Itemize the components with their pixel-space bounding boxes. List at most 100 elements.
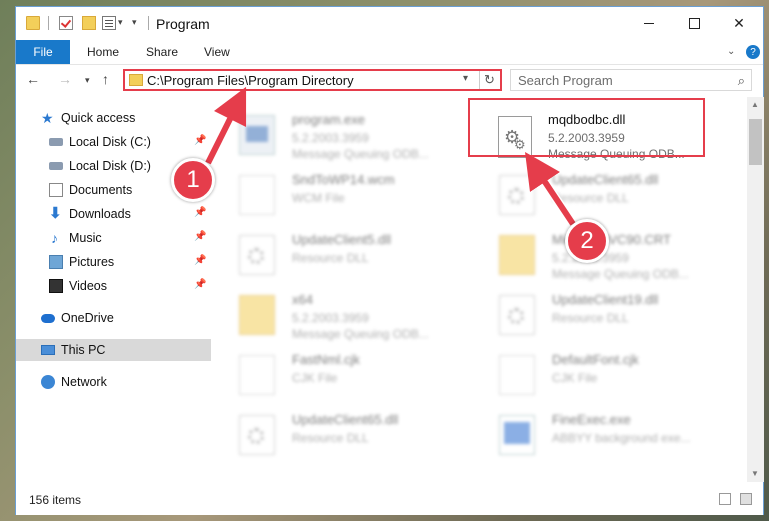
exe-file-icon bbox=[239, 115, 275, 155]
documents-icon bbox=[49, 183, 63, 197]
scroll-down-icon[interactable]: ▼ bbox=[751, 469, 759, 478]
sidebar-item-music[interactable]: ♪ Music 📌 bbox=[16, 227, 211, 249]
large-icons-view-icon[interactable] bbox=[740, 493, 752, 505]
file-name: SndToWP14.wcm bbox=[292, 172, 395, 187]
toolbar-separator bbox=[148, 16, 149, 30]
properties-check-icon[interactable] bbox=[59, 16, 73, 30]
address-bar[interactable]: C:\Program Files\Program Directory ▾ ↻ bbox=[123, 69, 502, 91]
search-icon[interactable]: ⌕ bbox=[738, 73, 745, 89]
file-name: UpdateClient65.dll bbox=[292, 412, 399, 427]
tab-file[interactable]: File bbox=[16, 40, 70, 64]
sidebar-item-label: Local Disk (C:) bbox=[69, 135, 151, 149]
file-item[interactable]: DefaultFont.cjk CJK File bbox=[493, 347, 733, 399]
folder-item[interactable]: x64 5.2.2003.3959 Message Queuing ODB... bbox=[233, 287, 473, 341]
folder-icon bbox=[129, 74, 143, 86]
videos-icon bbox=[49, 279, 63, 293]
callout-badge-1: 1 bbox=[171, 158, 215, 202]
disk-icon bbox=[49, 162, 63, 170]
sidebar-item-quick-access[interactable]: ★ Quick access bbox=[16, 107, 211, 129]
tab-home[interactable]: Home bbox=[87, 45, 119, 59]
network-icon bbox=[41, 375, 55, 389]
file-item[interactable]: SndToWP14.wcm WCM File bbox=[233, 167, 473, 219]
forward-arrow-icon[interactable]: → bbox=[58, 71, 72, 87]
sidebar-item-label: OneDrive bbox=[61, 311, 114, 325]
chevron-down-icon[interactable]: ▾ bbox=[463, 73, 468, 84]
sidebar-item-label: Music bbox=[69, 231, 102, 245]
address-path[interactable]: C:\Program Files\Program Directory bbox=[147, 73, 354, 88]
tab-view[interactable]: View bbox=[204, 45, 230, 59]
file-type: Resource DLL bbox=[552, 311, 629, 325]
folder-icon bbox=[26, 16, 40, 30]
file-version: 5.2.2003.3959 bbox=[292, 311, 369, 325]
help-icon[interactable]: ? bbox=[746, 45, 760, 59]
sidebar-item-label: Quick access bbox=[61, 111, 136, 125]
new-folder-icon[interactable] bbox=[82, 16, 96, 30]
music-icon: ♪ bbox=[51, 230, 58, 246]
refresh-icon[interactable]: ↻ bbox=[479, 71, 499, 89]
minimize-button[interactable] bbox=[626, 7, 672, 39]
exe-file-icon bbox=[499, 415, 535, 455]
pictures-icon bbox=[49, 255, 63, 269]
up-arrow-icon[interactable]: ↑ bbox=[102, 71, 109, 87]
file-item[interactable]: program.exe 5.2.2003.3959 Message Queuin… bbox=[233, 107, 473, 161]
file-item[interactable]: FastNml.cjk CJK File bbox=[233, 347, 473, 399]
sidebar-item-videos[interactable]: Videos 📌 bbox=[16, 275, 211, 297]
file-name: UpdateClient65.dll bbox=[552, 172, 659, 187]
file-name: UpdateClient19.dll bbox=[552, 292, 659, 307]
file-type: Resource DLL bbox=[552, 191, 629, 205]
file-name: DefaultFont.cjk bbox=[552, 352, 639, 367]
scroll-thumb[interactable] bbox=[749, 119, 762, 165]
scroll-up-icon[interactable]: ▲ bbox=[751, 100, 759, 109]
sidebar-item-local-disk-c[interactable]: Local Disk (C:) 📌 bbox=[16, 131, 211, 153]
file-description: Message Queuing ODB... bbox=[552, 267, 689, 281]
expand-ribbon-icon[interactable]: ⌄ bbox=[727, 46, 735, 57]
dll-file-icon bbox=[499, 295, 535, 335]
file-item[interactable]: FineExec.exe ABBYY background exe... bbox=[493, 407, 733, 459]
sidebar-item-label: Network bbox=[61, 375, 107, 389]
file-type: Resource DLL bbox=[292, 431, 369, 445]
sidebar-item-label: Videos bbox=[69, 279, 107, 293]
file-type: Resource DLL bbox=[292, 251, 369, 265]
maximize-icon bbox=[688, 17, 700, 29]
window-title: Program bbox=[156, 16, 210, 32]
file-name: program.exe bbox=[292, 112, 365, 127]
callout-badge-2: 2 bbox=[565, 219, 609, 263]
sidebar-item-pictures[interactable]: Pictures 📌 bbox=[16, 251, 211, 273]
close-icon: ✕ bbox=[733, 14, 745, 31]
file-item[interactable]: UpdateClient65.dll Resource DLL bbox=[493, 167, 733, 219]
maximize-button[interactable] bbox=[671, 7, 717, 39]
title-bar: ▾ ▾ Program ✕ bbox=[16, 7, 763, 40]
sidebar-item-this-pc[interactable]: This PC bbox=[16, 339, 211, 361]
sidebar-item-label: Local Disk (D:) bbox=[69, 159, 151, 173]
file-item[interactable]: UpdateClient19.dll Resource DLL bbox=[493, 287, 733, 339]
vertical-scrollbar[interactable]: ▲ ▼ bbox=[747, 97, 764, 482]
chevron-down-icon[interactable]: ▾ bbox=[118, 17, 123, 28]
sidebar-item-onedrive[interactable]: OneDrive bbox=[16, 307, 211, 329]
folder-item[interactable]: Microsoft.VC90.CRT 5.2.2003.3959 Message… bbox=[493, 227, 733, 281]
file-description: ABBYY background exe... bbox=[552, 431, 691, 445]
file-item[interactable]: UpdateClient5.dll Resource DLL bbox=[233, 227, 473, 279]
explorer-window: ▾ ▾ Program ✕ File Home Share View ⌄ ? ←… bbox=[15, 6, 764, 515]
file-name: x64 bbox=[292, 292, 313, 307]
dll-file-icon bbox=[239, 415, 275, 455]
back-arrow-icon[interactable]: ← bbox=[26, 71, 40, 87]
file-icon bbox=[499, 355, 535, 395]
details-view-icon[interactable] bbox=[719, 493, 731, 505]
rename-icon[interactable] bbox=[102, 16, 116, 30]
search-placeholder: Search Program bbox=[518, 73, 613, 88]
pin-icon: 📌 bbox=[194, 279, 207, 290]
close-button[interactable]: ✕ bbox=[716, 7, 762, 39]
customize-toolbar-icon[interactable]: ▾ bbox=[132, 17, 137, 28]
pin-icon: 📌 bbox=[194, 255, 207, 266]
disk-icon bbox=[49, 138, 63, 146]
file-item[interactable]: UpdateClient65.dll Resource DLL bbox=[233, 407, 473, 459]
search-input[interactable]: Search Program ⌕ bbox=[510, 69, 752, 91]
pin-icon: 📌 bbox=[194, 231, 207, 242]
file-name: FineExec.exe bbox=[552, 412, 631, 427]
tab-share[interactable]: Share bbox=[146, 45, 178, 59]
sidebar-item-network[interactable]: Network bbox=[16, 371, 211, 393]
sidebar-item-downloads[interactable]: ⬇ Downloads 📌 bbox=[16, 203, 211, 225]
file-name: FastNml.cjk bbox=[292, 352, 360, 367]
sidebar-item-label: Pictures bbox=[69, 255, 115, 269]
recent-locations-icon[interactable]: ▾ bbox=[85, 75, 90, 86]
